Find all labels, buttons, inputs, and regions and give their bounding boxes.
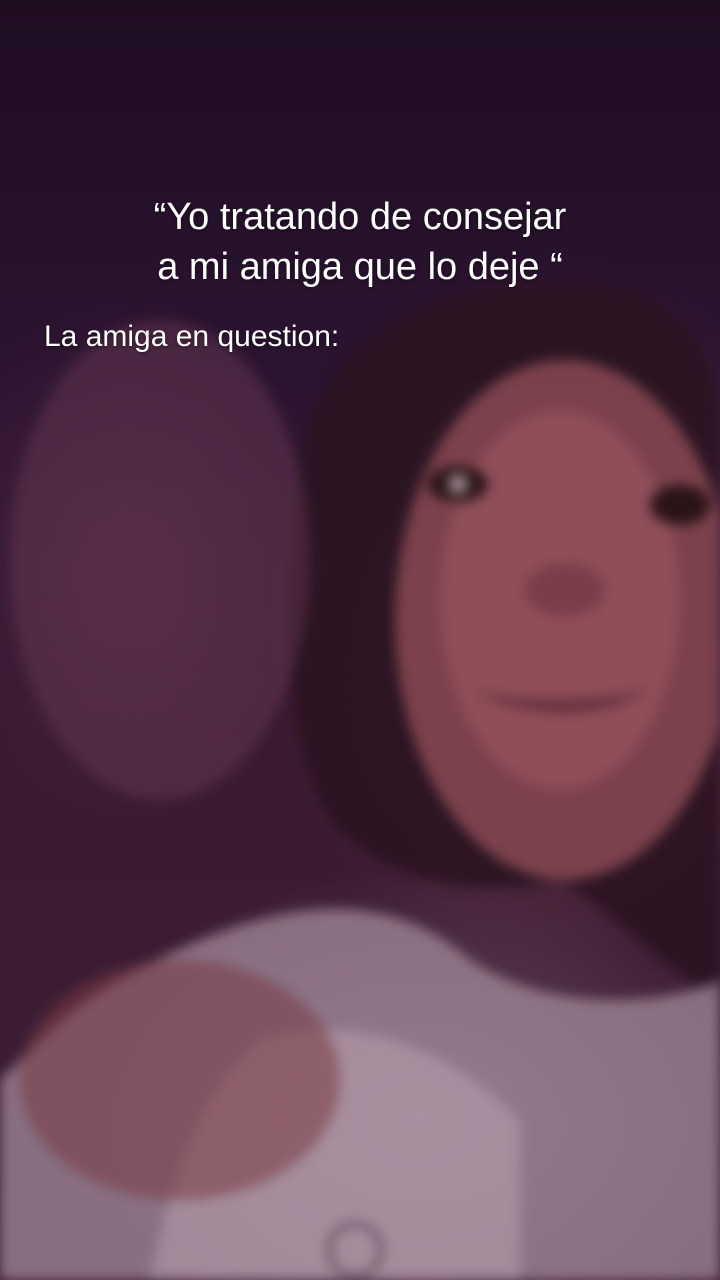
- quote-line-2: a mi amiga que lo deje “: [157, 246, 563, 288]
- nose: [525, 564, 605, 616]
- right-eye: [650, 485, 710, 525]
- lower-blur: [20, 960, 340, 1200]
- left-eye-highlight: [448, 474, 468, 494]
- hand-blur: [10, 320, 310, 800]
- video-frame[interactable]: “Yo tratando de consejar a mi amiga que …: [0, 0, 720, 1280]
- subtitle-caption: La amiga en question:: [44, 320, 340, 353]
- quote-caption: “Yo tratando de consejar a mi amiga que …: [0, 192, 720, 292]
- quote-line-1: “Yo tratando de consejar: [153, 196, 567, 238]
